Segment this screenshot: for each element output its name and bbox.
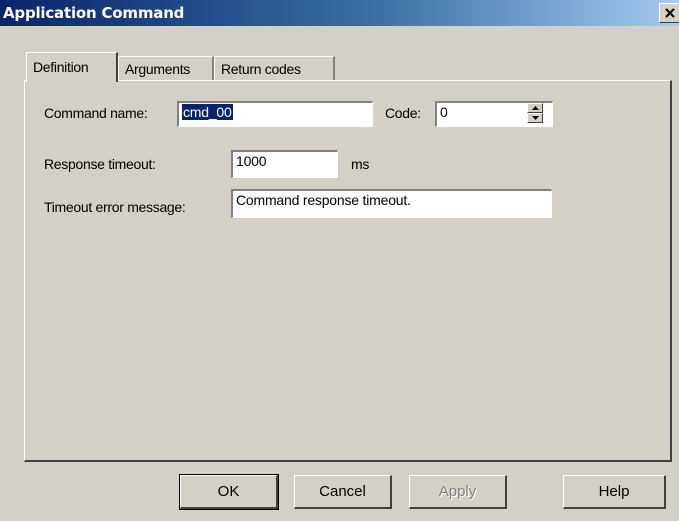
command-name-input[interactable]: cmd_00 [177, 101, 373, 127]
tab-definition[interactable]: Definition [26, 52, 118, 82]
cancel-button[interactable]: Cancel [294, 475, 392, 509]
code-spinner-buttons [527, 102, 551, 126]
close-button[interactable] [659, 3, 679, 23]
tab-definition-label: Definition [33, 59, 89, 75]
timeout-error-message-value: Command response timeout. [236, 192, 411, 208]
response-timeout-label: Response timeout: [44, 156, 156, 172]
tab-return-codes-label: Return codes [221, 61, 301, 77]
response-timeout-value: 1000 [236, 153, 267, 169]
command-name-value: cmd_00 [182, 104, 233, 120]
timeout-error-message-input[interactable]: Command response timeout. [231, 189, 552, 218]
tab-arguments-label: Arguments [125, 61, 190, 77]
response-timeout-input[interactable]: 1000 [231, 150, 338, 178]
help-button[interactable]: Help [563, 475, 666, 509]
arrow-up-icon [532, 106, 539, 110]
spin-down-button[interactable] [527, 113, 543, 123]
title-bar[interactable]: Application Command [0, 0, 679, 26]
command-name-label: Command name: [44, 105, 148, 121]
definition-tab-panel [24, 80, 672, 462]
code-value: 0 [440, 104, 448, 120]
code-label: Code: [385, 105, 421, 121]
window-title: Application Command [3, 4, 185, 22]
response-timeout-unit: ms [351, 156, 370, 172]
application-command-dialog: Application Command Definition Arguments… [0, 0, 679, 521]
ok-button[interactable]: OK [179, 474, 279, 510]
apply-button[interactable]: Apply [409, 475, 507, 509]
spin-up-button[interactable] [527, 103, 543, 113]
close-icon [665, 8, 675, 18]
arrow-down-icon [532, 116, 539, 120]
tab-return-codes[interactable]: Return codes [214, 56, 335, 80]
tab-arguments[interactable]: Arguments [118, 56, 214, 80]
timeout-error-message-label: Timeout error message: [44, 199, 186, 215]
